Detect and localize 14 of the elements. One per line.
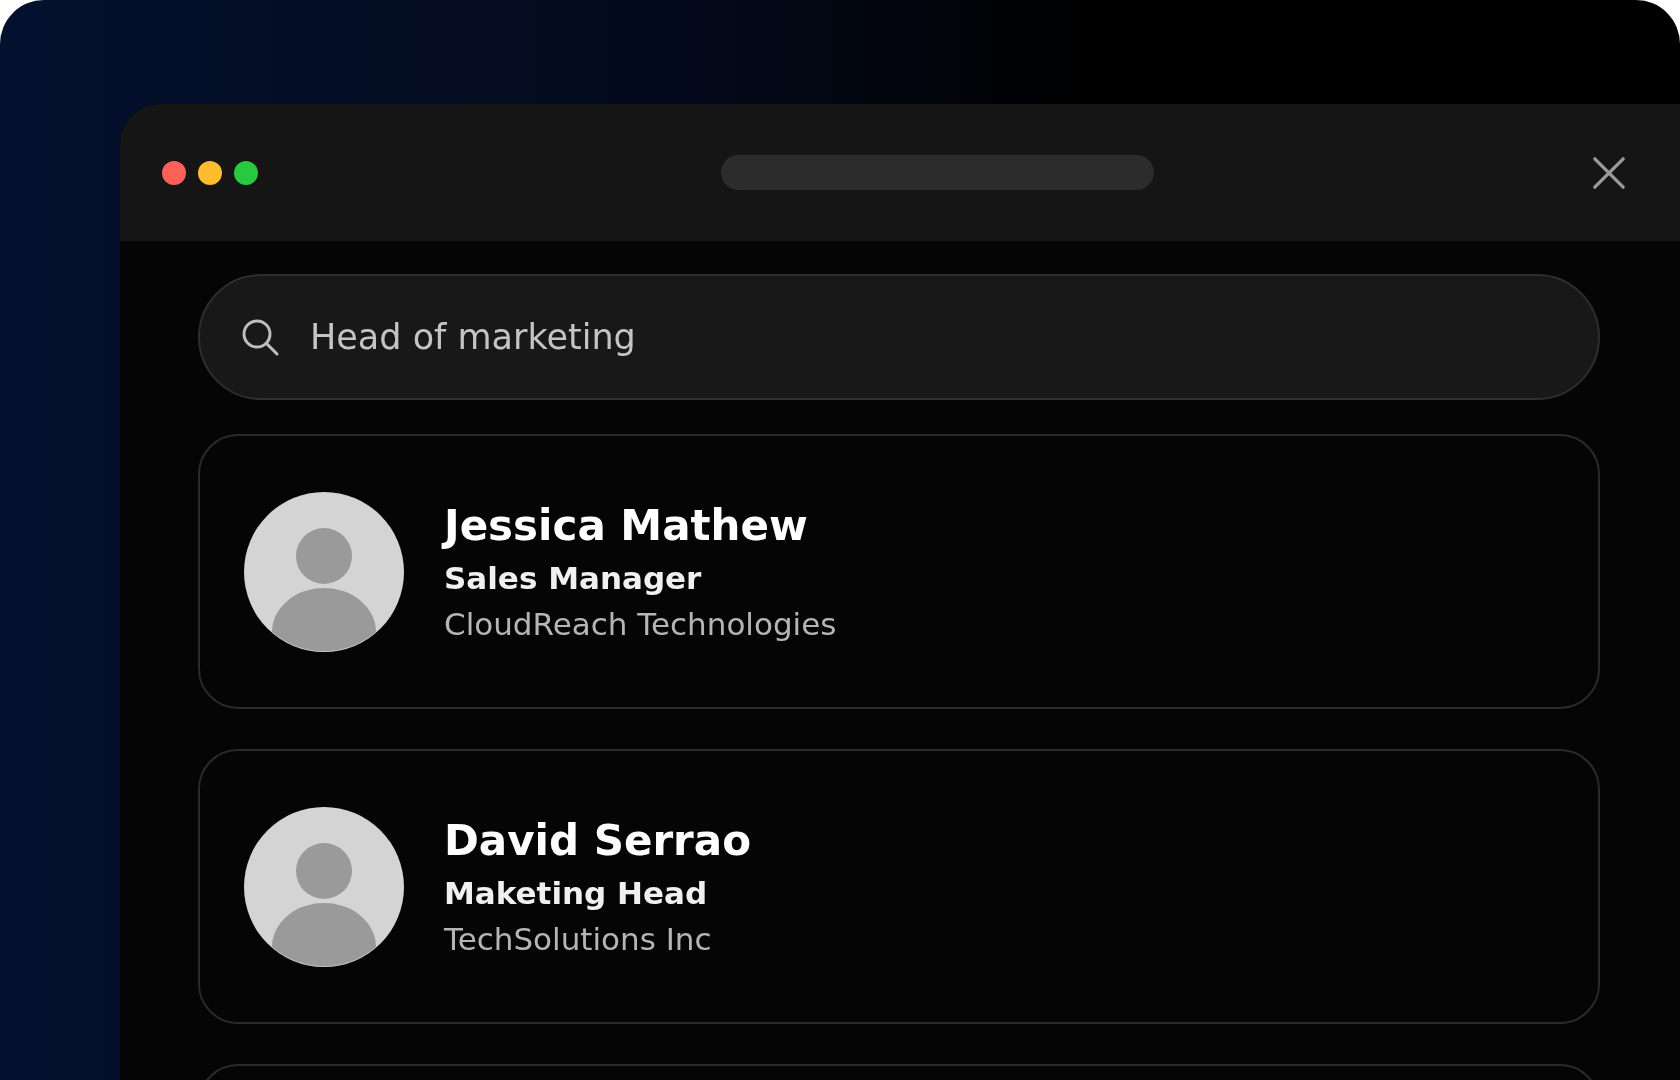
person-name: David Serrao <box>444 816 752 865</box>
avatar-icon <box>244 806 404 967</box>
company-name: TechSolutions Inc <box>444 921 712 957</box>
person-card[interactable]: Jessica Mathew Sales Manager CloudReach Technologies <box>198 434 1600 709</box>
maximize-window-icon[interactable] <box>234 160 258 185</box>
search-field[interactable]: Head of marketing <box>198 274 1600 400</box>
person-card[interactable]: David Serrao Maketing Head TechSolutions Inc <box>198 749 1600 1024</box>
minimize-window-icon[interactable] <box>198 160 222 185</box>
close-icon[interactable] <box>1592 155 1626 190</box>
close-window-icon[interactable] <box>162 160 186 185</box>
avatar-icon <box>244 491 404 652</box>
job-title: Sales Manager <box>444 560 702 596</box>
job-title: Maketing Head <box>444 875 708 911</box>
company-name: CloudReach Technologies <box>444 606 837 642</box>
